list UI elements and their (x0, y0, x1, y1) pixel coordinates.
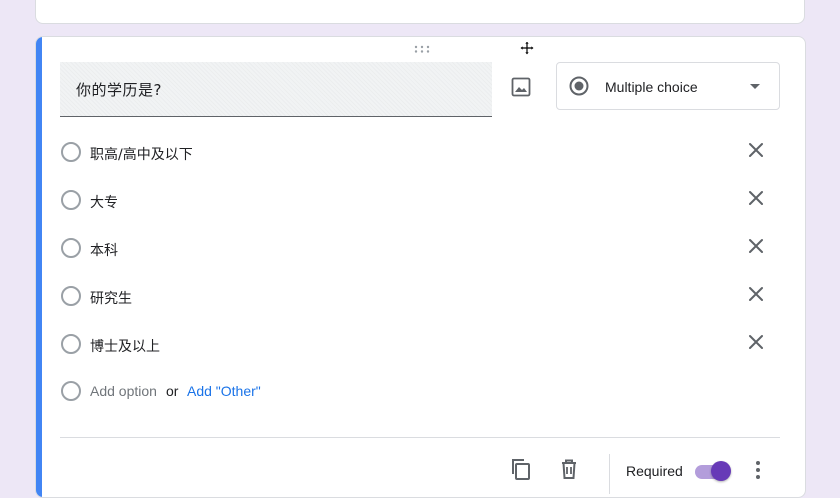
footer-divider (60, 437, 780, 438)
toggle-knob (711, 461, 731, 481)
required-label: Required (626, 463, 683, 479)
close-icon[interactable] (746, 140, 766, 160)
question-type-label: Multiple choice (605, 79, 698, 95)
option-label[interactable]: 博士及以上 (90, 336, 160, 356)
option-row[interactable]: 职高/高中及以下 (60, 137, 780, 169)
question-card[interactable]: 你的学历是? Multiple choice 职高/高中及以下 大专 本科 研究… (35, 36, 806, 498)
close-icon[interactable] (746, 188, 766, 208)
question-type-dropdown[interactable]: Multiple choice (556, 62, 780, 110)
required-toggle[interactable] (695, 460, 735, 482)
radio-circle-icon (61, 334, 81, 354)
close-icon[interactable] (746, 236, 766, 256)
option-row[interactable]: 大专 (60, 185, 780, 217)
close-icon[interactable] (746, 332, 766, 352)
radio-circle-icon (61, 190, 81, 210)
question-title-input[interactable]: 你的学历是? (60, 62, 492, 117)
active-card-indicator (36, 37, 42, 497)
trash-icon[interactable] (557, 457, 581, 481)
radio-button-checked-icon (569, 76, 589, 96)
option-row[interactable]: 研究生 (60, 281, 780, 313)
move-cursor-icon (519, 40, 535, 56)
option-label[interactable]: 职高/高中及以下 (90, 144, 193, 164)
radio-circle-icon (61, 286, 81, 306)
caret-down-icon (750, 84, 760, 89)
image-icon[interactable] (509, 75, 533, 99)
question-title-text: 你的学历是? (76, 81, 162, 99)
option-label[interactable]: 研究生 (90, 288, 132, 308)
option-label[interactable]: 本科 (90, 240, 118, 260)
radio-circle-icon (61, 381, 81, 401)
copy-icon[interactable] (509, 457, 533, 481)
close-icon[interactable] (746, 284, 766, 304)
radio-circle-icon (61, 142, 81, 162)
option-row[interactable]: 本科 (60, 233, 780, 265)
add-option-input[interactable]: Add option (90, 383, 157, 399)
add-other-link[interactable]: Add "Other" (187, 383, 261, 399)
option-row[interactable]: 博士及以上 (60, 329, 780, 361)
previous-question-card (35, 0, 805, 24)
add-option-row: Add option or Add "Other" (60, 376, 780, 408)
radio-circle-icon (61, 238, 81, 258)
or-text: or (166, 383, 179, 399)
more-vert-icon[interactable] (746, 458, 770, 482)
drag-handle-icon[interactable] (414, 45, 430, 53)
footer-separator (609, 454, 610, 494)
option-label[interactable]: 大专 (90, 192, 118, 212)
